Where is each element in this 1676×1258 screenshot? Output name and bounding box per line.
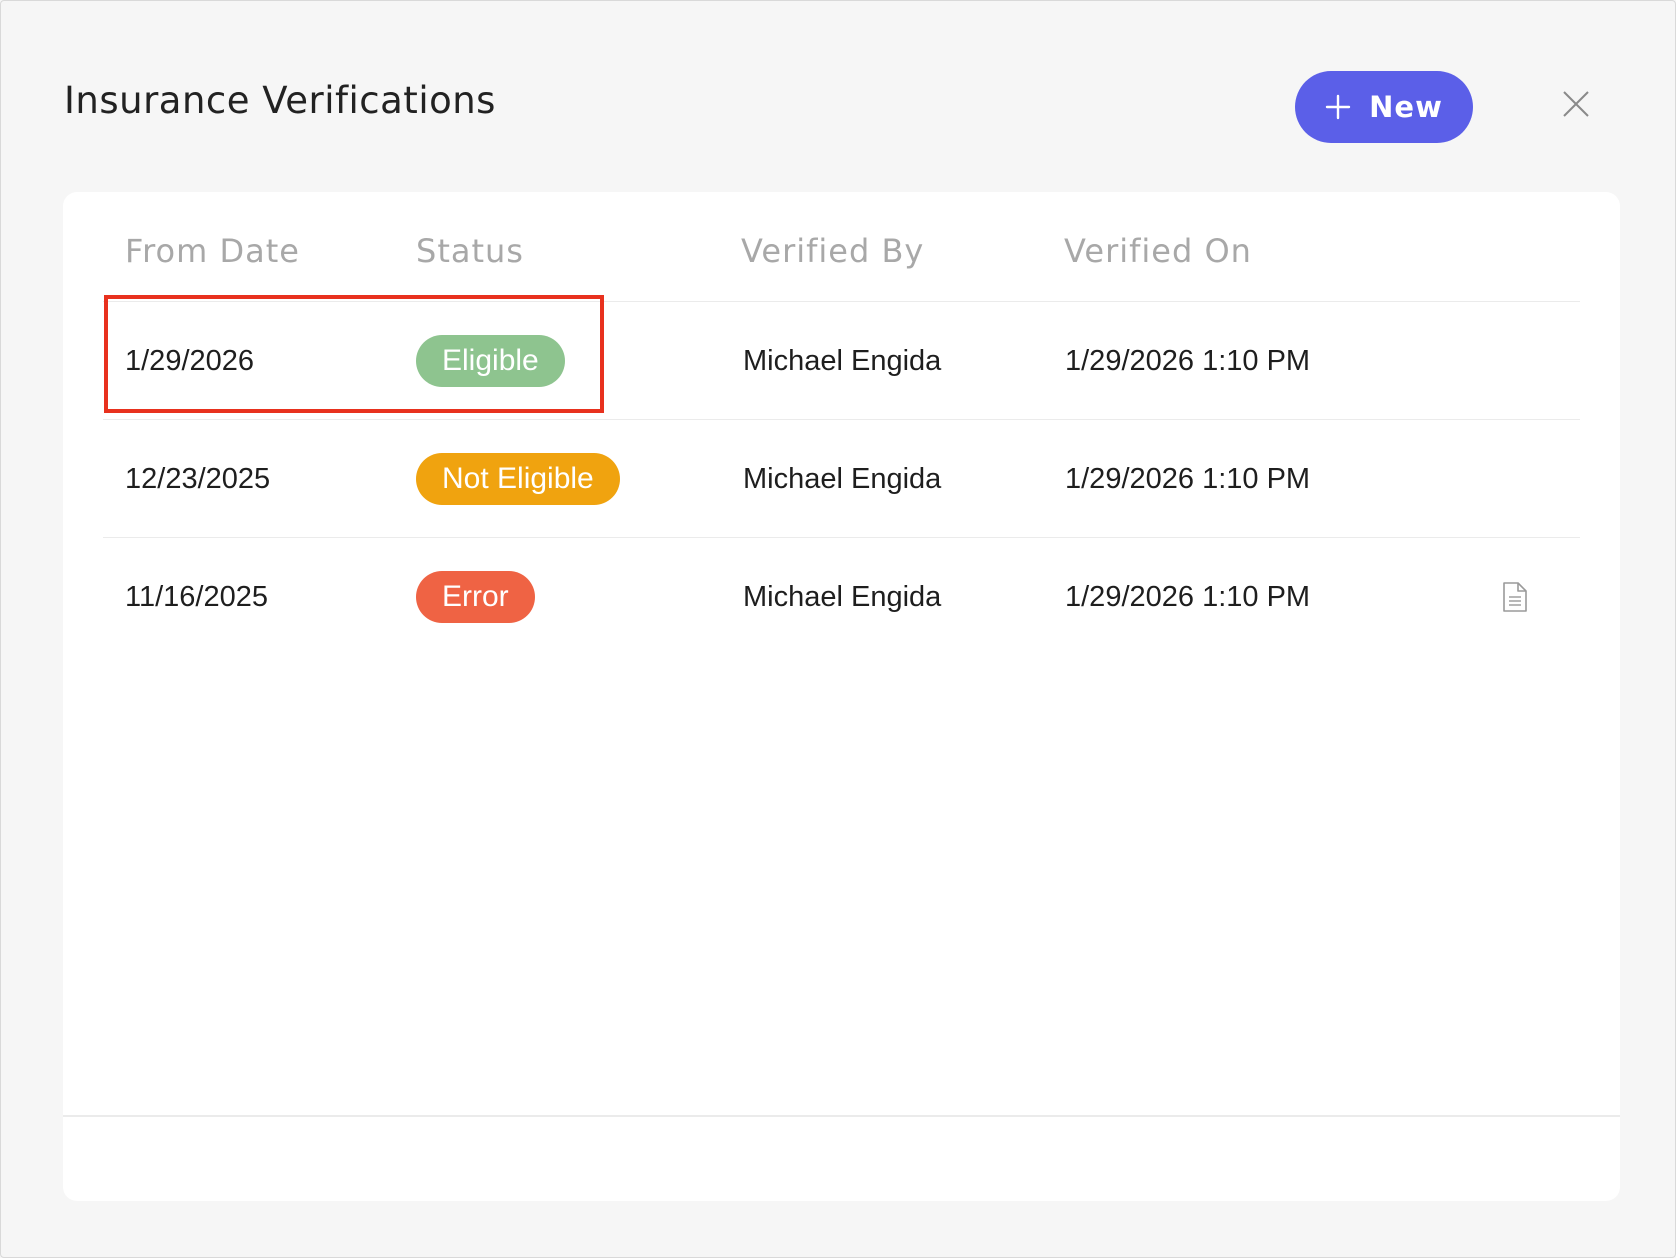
status-badge: Error [416,571,535,623]
table-row[interactable]: 1/29/2026 Eligible Michael Engida 1/29/2… [103,301,1580,419]
column-header-verified-on: Verified On [1064,232,1252,270]
table-header: From Date Status Verified By Verified On [63,192,1620,301]
table-row[interactable]: 11/16/2025 Error Michael Engida 1/29/202… [103,537,1580,655]
column-header-from-date: From Date [125,232,300,270]
verifications-table-card: From Date Status Verified By Verified On… [63,192,1620,1201]
close-icon [1563,91,1589,117]
insurance-verifications-modal: Insurance Verifications New From Date St… [0,0,1676,1258]
verified-by-cell: Michael Engida [743,580,942,613]
from-date-cell: 1/29/2026 [125,344,255,377]
verified-on-cell: 1/29/2026 1:10 PM [1065,344,1311,377]
status-badge: Eligible [416,335,565,387]
verified-on-cell: 1/29/2026 1:10 PM [1065,580,1311,613]
verified-by-cell: Michael Engida [743,344,942,377]
from-date-cell: 11/16/2025 [125,580,268,613]
column-header-verified-by: Verified By [741,232,925,270]
new-verification-button[interactable]: New [1295,71,1473,143]
status-badge: Not Eligible [416,453,620,505]
verified-by-cell: Michael Engida [743,462,942,495]
footer-divider [63,1115,1620,1117]
verified-on-cell: 1/29/2026 1:10 PM [1065,462,1311,495]
table-row[interactable]: 12/23/2025 Not Eligible Michael Engida 1… [103,419,1580,537]
modal-title: Insurance Verifications [64,79,496,122]
new-button-label: New [1369,90,1443,124]
from-date-cell: 12/23/2025 [125,462,271,495]
plus-icon [1325,94,1351,120]
column-header-status: Status [416,232,524,270]
document-icon[interactable] [1502,581,1528,613]
close-button[interactable] [1561,89,1591,119]
